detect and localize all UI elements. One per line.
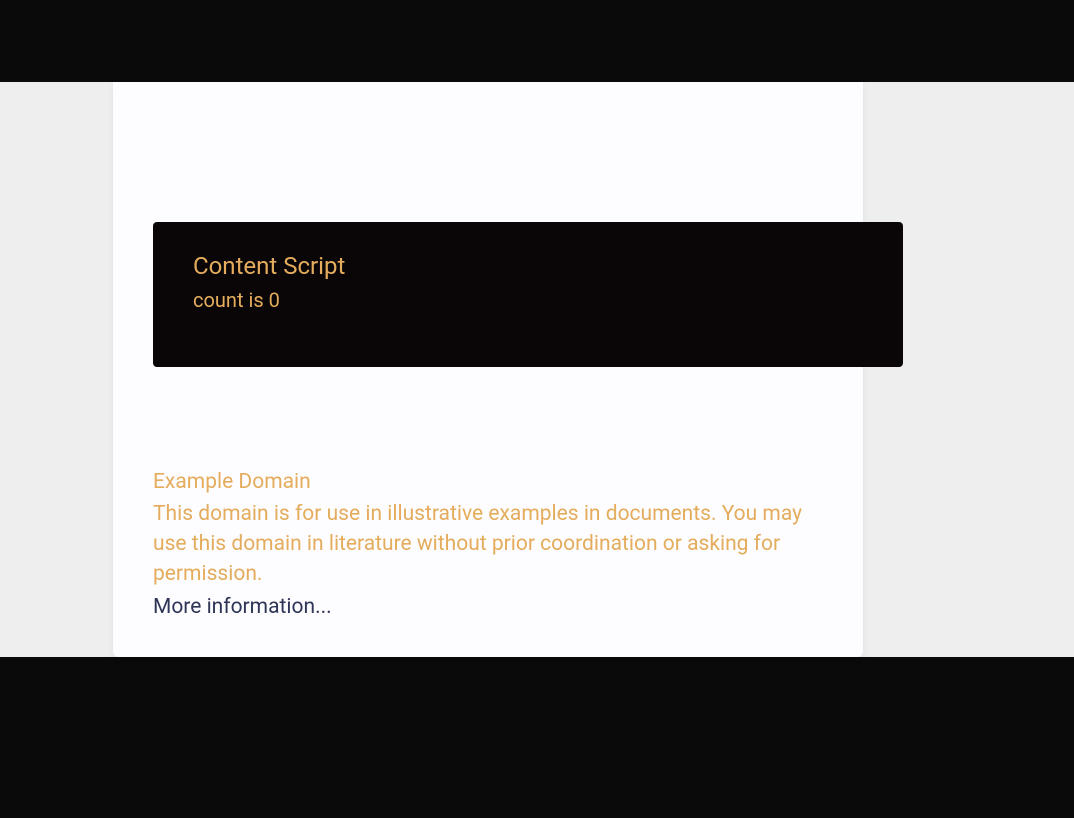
content-script-title: Content Script (193, 252, 863, 280)
example-domain-body: This domain is for use in illustrative e… (153, 500, 823, 589)
content-script-panel: Content Script count is 0 (153, 222, 903, 367)
content-script-count: count is 0 (193, 288, 863, 312)
more-information-link[interactable]: More information... (153, 595, 332, 619)
example-section: Example Domain This domain is for use in… (153, 470, 823, 619)
example-domain-heading: Example Domain (153, 470, 823, 494)
